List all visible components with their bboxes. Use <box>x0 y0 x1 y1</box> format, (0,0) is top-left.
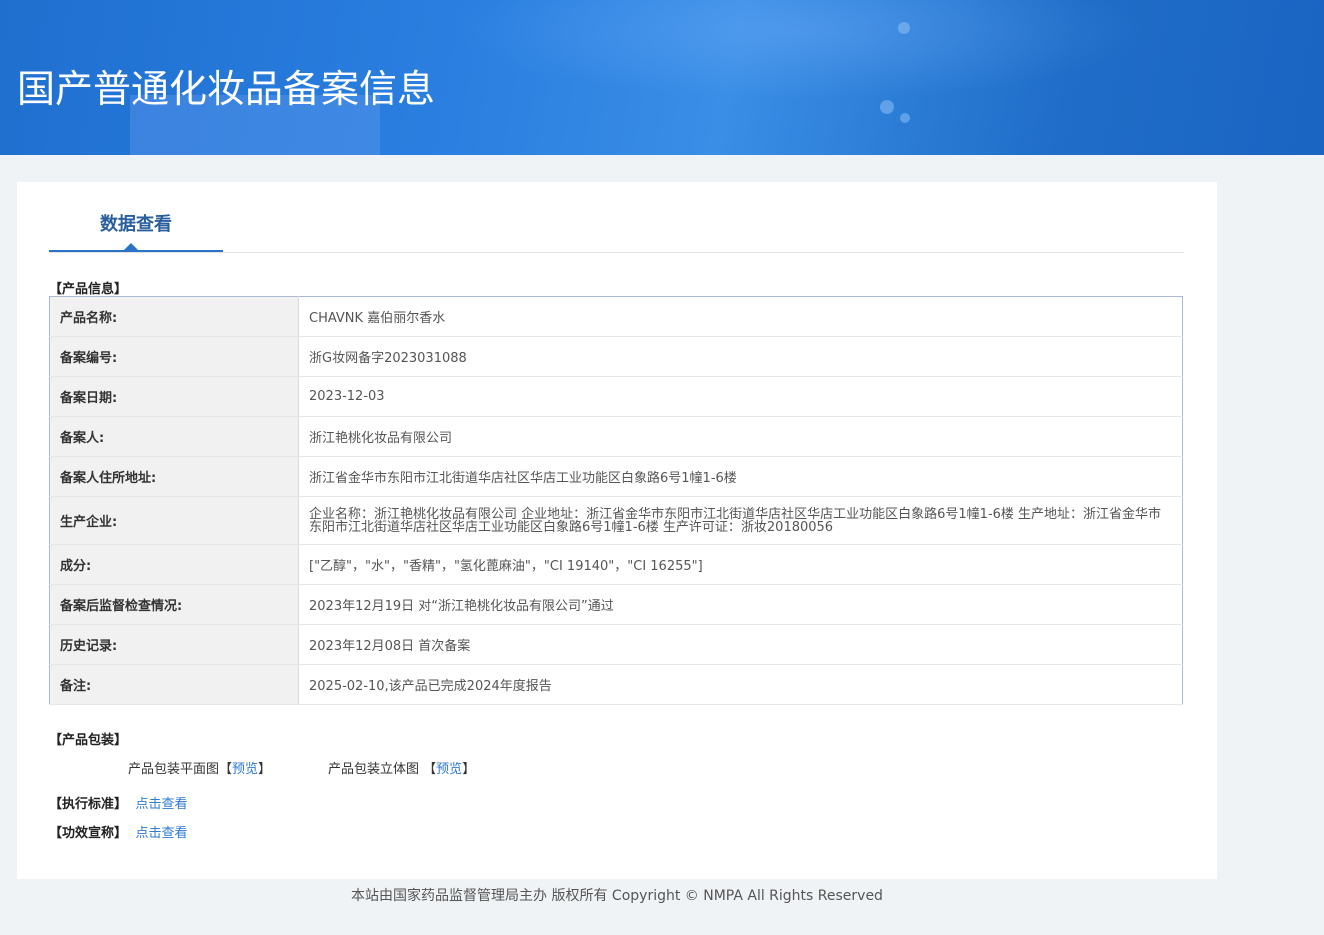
header-banner: 国产普通化妆品备案信息 <box>0 0 1324 155</box>
table-row: 备注: 2025-02-10,该产品已完成2024年度报告 <box>49 664 1183 705</box>
table-row: 成分: ["乙醇"，"水"，"香精"，"氢化蓖麻油"，"CI 19140"，"C… <box>49 544 1183 585</box>
product-info-table: 产品名称: CHAVNK 嘉伯丽尔香水 备案编号: 浙G妆网备字20230310… <box>49 296 1183 705</box>
row-key: 备注: <box>49 664 299 705</box>
tab-bar: 数据查看 <box>49 182 1184 253</box>
banner-dot <box>880 100 894 114</box>
product-info-heading: 【产品信息】 <box>49 282 128 297</box>
table-row: 备案人: 浙江艳桃化妆品有限公司 <box>49 416 1183 457</box>
tab-label: 数据查看 <box>100 214 172 235</box>
row-value: CHAVNK 嘉伯丽尔香水 <box>298 296 1183 337</box>
packaging-flat-label: 产品包装平面图 <box>128 762 220 777</box>
row-key: 备案编号: <box>49 336 299 377</box>
standard-label: 【执行标准】 <box>49 797 128 812</box>
packaging-3d: 产品包装立体图 【预览】 <box>328 758 475 777</box>
row-value: 浙江省金华市东阳市江北街道华店社区华店工业功能区白象路6号1幢1-6楼 <box>298 456 1183 497</box>
row-value: ["乙醇"，"水"，"香精"，"氢化蓖麻油"，"CI 19140"，"CI 16… <box>298 544 1183 585</box>
row-value: 2023年12月08日 首次备案 <box>298 624 1183 665</box>
packaging-3d-label: 产品包装立体图 <box>328 762 420 777</box>
row-key: 产品名称: <box>49 296 299 337</box>
packaging-heading: 【产品包装】 <box>49 733 128 748</box>
table-row: 备案编号: 浙G妆网备字2023031088 <box>49 336 1183 377</box>
row-key: 生产企业: <box>49 496 299 545</box>
content-card: 数据查看 【产品信息】 产品名称: CHAVNK 嘉伯丽尔香水 备案编号: 浙G… <box>17 182 1217 879</box>
row-key: 备案后监督检查情况: <box>49 584 299 625</box>
row-value: 2023-12-03 <box>298 376 1183 417</box>
standard-row: 【执行标准】 点击查看 <box>49 793 188 812</box>
footer-copyright: 本站由国家药品监督管理局主办 版权所有 Copyright © NMPA All… <box>351 888 883 904</box>
tab-data-view[interactable]: 数据查看 <box>49 182 223 252</box>
row-key: 成分: <box>49 544 299 585</box>
row-value: 浙G妆网备字2023031088 <box>298 336 1183 377</box>
table-row: 备案日期: 2023-12-03 <box>49 376 1183 417</box>
row-value: 企业名称：浙江艳桃化妆品有限公司 企业地址：浙江省金华市东阳市江北街道华店社区华… <box>298 496 1183 545</box>
packaging-flat: 产品包装平面图【预览】 <box>128 758 271 777</box>
row-key: 备案日期: <box>49 376 299 417</box>
tab-caret-icon <box>124 243 138 250</box>
efficacy-row: 【功效宣称】 点击查看 <box>49 822 188 841</box>
efficacy-view-link[interactable]: 点击查看 <box>136 826 188 841</box>
row-key: 备案人: <box>49 416 299 457</box>
table-row: 生产企业: 企业名称：浙江艳桃化妆品有限公司 企业地址：浙江省金华市东阳市江北街… <box>49 496 1183 545</box>
bracket-close: 】 <box>258 762 272 777</box>
bracket-close: 】 <box>462 762 476 777</box>
row-key: 历史记录: <box>49 624 299 665</box>
bracket-open: 【 <box>219 762 233 777</box>
banner-glow <box>450 0 1150 100</box>
row-value: 2025-02-10,该产品已完成2024年度报告 <box>298 664 1183 705</box>
efficacy-label: 【功效宣称】 <box>49 826 128 841</box>
standard-view-link[interactable]: 点击查看 <box>136 797 188 812</box>
banner-dot <box>900 113 910 123</box>
table-row: 备案后监督检查情况: 2023年12月19日 对“浙江艳桃化妆品有限公司”通过 <box>49 584 1183 625</box>
packaging-flat-preview-link[interactable]: 预览 <box>232 762 258 777</box>
row-value: 2023年12月19日 对“浙江艳桃化妆品有限公司”通过 <box>298 584 1183 625</box>
table-row: 历史记录: 2023年12月08日 首次备案 <box>49 624 1183 665</box>
bracket-open: 【 <box>423 762 437 777</box>
table-row: 备案人住所地址: 浙江省金华市东阳市江北街道华店社区华店工业功能区白象路6号1幢… <box>49 456 1183 497</box>
banner-dot <box>898 22 910 34</box>
row-value: 浙江艳桃化妆品有限公司 <box>298 416 1183 457</box>
page-title: 国产普通化妆品备案信息 <box>17 67 436 111</box>
table-row: 产品名称: CHAVNK 嘉伯丽尔香水 <box>49 296 1183 337</box>
row-key: 备案人住所地址: <box>49 456 299 497</box>
packaging-3d-preview-link[interactable]: 预览 <box>436 762 462 777</box>
